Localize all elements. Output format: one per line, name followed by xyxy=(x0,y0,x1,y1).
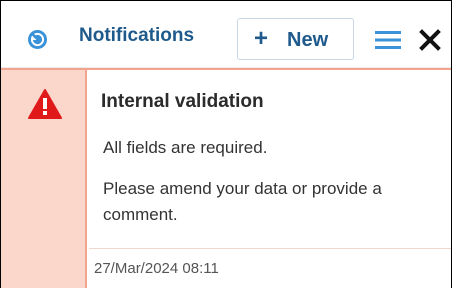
notification-severity-strip xyxy=(1,70,87,288)
new-notification-button[interactable]: + New xyxy=(237,18,354,60)
warning-triangle-icon xyxy=(27,88,63,120)
close-icon[interactable] xyxy=(419,29,441,51)
notification-title: Internal validation xyxy=(101,91,264,112)
hamburger-menu-icon[interactable] xyxy=(375,30,401,50)
notification-item: Internal validation All fields are requi… xyxy=(1,68,451,288)
notification-message: Please amend your data or provide a comm… xyxy=(103,179,382,224)
notification-timestamp: 27/Mar/2024 08:11 xyxy=(94,260,219,277)
panel-title: Notifications xyxy=(79,25,195,46)
divider xyxy=(89,248,451,249)
plus-icon: + xyxy=(254,25,269,52)
notification-message: All fields are required. xyxy=(103,138,268,157)
clock-back-icon xyxy=(28,30,47,49)
new-button-label: New xyxy=(287,29,329,51)
notifications-panel: Notifications + New Internal validation … xyxy=(0,0,452,288)
notifications-header: Notifications + New xyxy=(1,1,451,68)
